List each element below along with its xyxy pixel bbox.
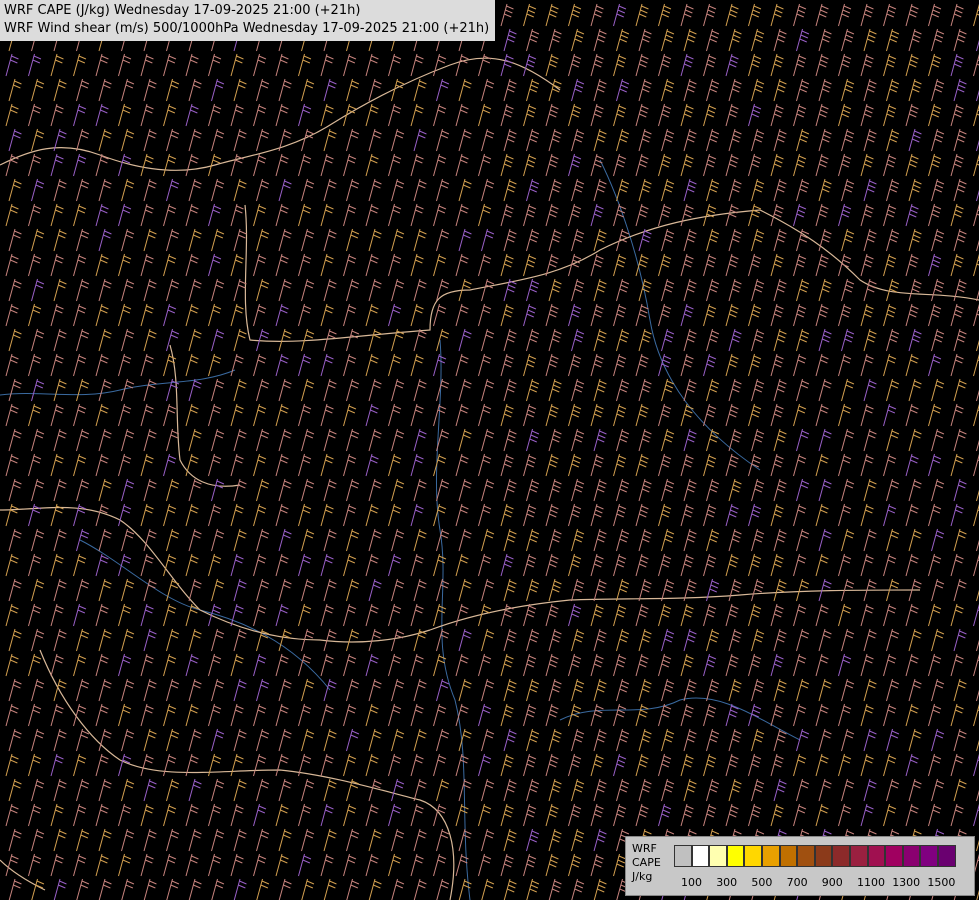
wind-shear-barb-map — [0, 0, 979, 900]
legend-tick: 100 — [681, 876, 702, 889]
legend-tick: 700 — [786, 876, 808, 889]
legend-tick: 1500 — [927, 876, 956, 889]
legend-tick: 1100 — [857, 876, 885, 889]
cape-legend: WRF CAPE J/kg 100 300 500 700 900 1100 1300 150… — [625, 836, 975, 896]
legend-swatch — [832, 845, 850, 867]
legend-swatch — [709, 845, 727, 867]
legend-swatch — [920, 845, 938, 867]
legend-swatch — [761, 845, 780, 867]
legend-swatch — [902, 845, 921, 867]
legend-unit-label: J/kg — [632, 870, 653, 883]
legend-tick: 500 — [751, 876, 773, 889]
legend-swatch — [674, 845, 692, 867]
wind-shear-title: WRF Wind shear (m/s) 500/1000hPa Wednesd… — [4, 21, 490, 36]
legend-swatch — [885, 845, 903, 867]
legend-swatch — [726, 845, 745, 867]
legend-swatch — [744, 845, 762, 867]
legend-model-label: WRF — [632, 842, 657, 855]
map-title-box: WRF CAPE (J/kg) Wednesday 17-09-2025 21:… — [0, 0, 496, 41]
legend-swatch — [779, 845, 798, 867]
cape-title: WRF CAPE (J/kg) Wednesday 17-09-2025 21:… — [4, 3, 361, 18]
legend-tick: 900 — [821, 876, 843, 889]
weather-map: WRF CAPE (J/kg) Wednesday 17-09-2025 21:… — [0, 0, 979, 900]
legend-swatch — [691, 845, 710, 867]
legend-swatch — [937, 845, 956, 867]
legend-color-scale — [674, 845, 956, 867]
legend-swatch — [867, 845, 886, 867]
legend-swatch — [797, 845, 815, 867]
legend-field-label: CAPE — [632, 856, 661, 869]
legend-swatch — [849, 845, 868, 867]
legend-swatch — [814, 845, 833, 867]
legend-tick: 300 — [716, 876, 738, 889]
legend-tick: 1300 — [892, 876, 921, 889]
